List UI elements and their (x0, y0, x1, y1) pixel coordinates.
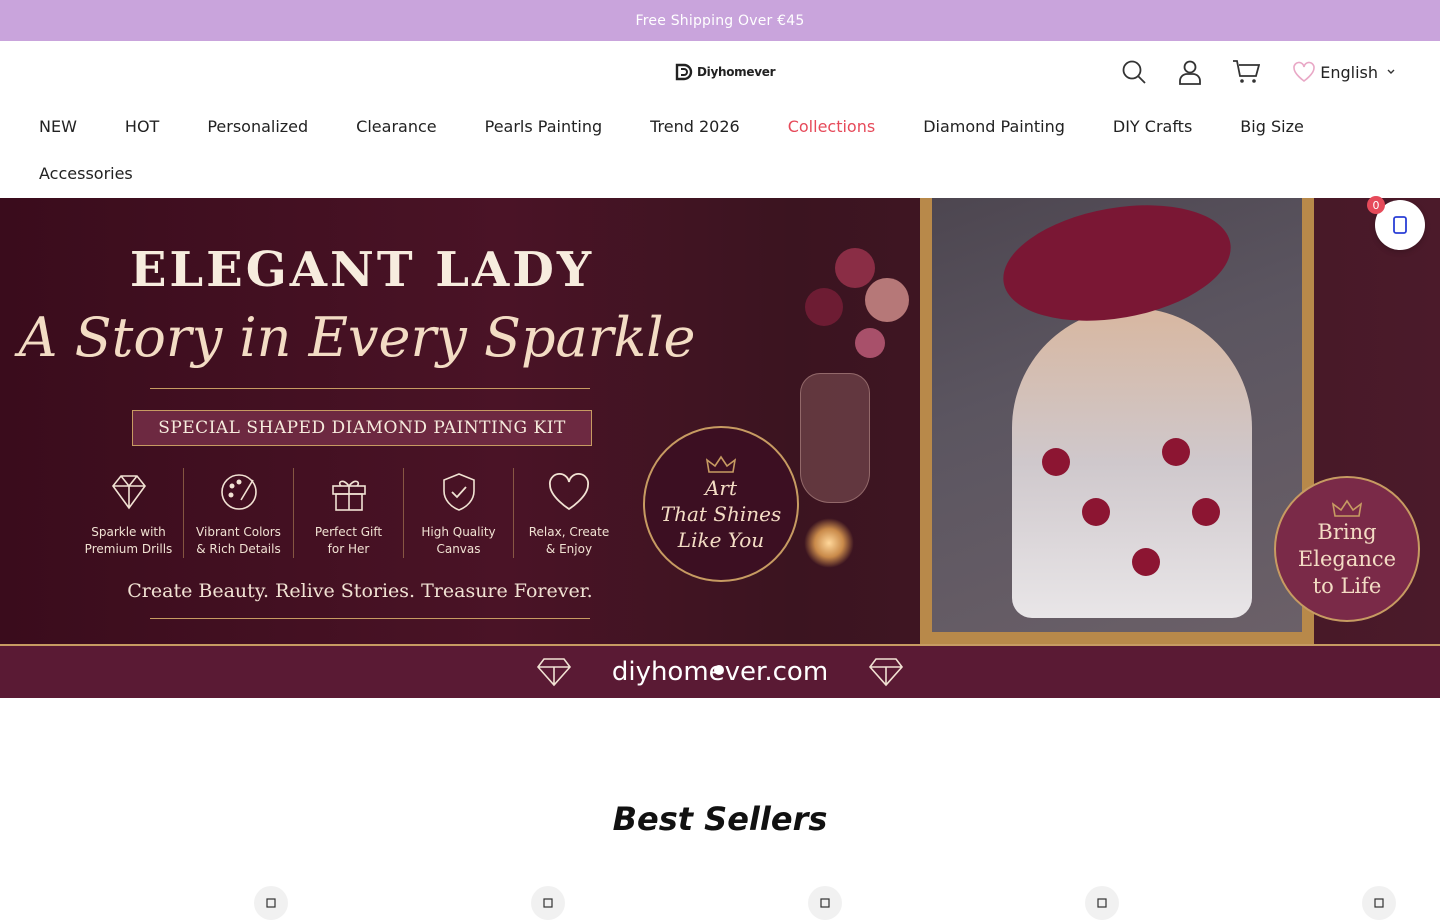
slogan-divider (150, 618, 590, 619)
search-icon (1122, 60, 1146, 84)
crown-icon (706, 455, 736, 473)
feature-line1: High Quality (421, 525, 496, 539)
flower-decoration (1082, 498, 1110, 526)
best-sellers-title: Best Sellers (612, 800, 828, 838)
nav-item-new[interactable]: NEW (39, 103, 77, 150)
nav-item-trend-2026[interactable]: Trend 2026 (650, 103, 740, 150)
feature-item: Perfect Gift for Her (294, 468, 404, 558)
announcement-text: Free Shipping Over €45 (635, 12, 805, 29)
art-badge-line2: That Shines (660, 502, 782, 526)
nav-item-collections[interactable]: Collections (788, 103, 875, 150)
feature-item: Sparkle with Premium Drills (74, 468, 184, 558)
nav-item-hot[interactable]: HOT (125, 103, 159, 150)
diamond-icon (111, 475, 146, 510)
feature-line1: Sparkle with (91, 525, 166, 539)
diamond-icon (536, 658, 571, 687)
language-selector[interactable]: English (1292, 61, 1400, 83)
hero-features: Sparkle with Premium Drills Vibrant Color… (74, 468, 624, 558)
nav-row-2: Accessories (39, 150, 1401, 197)
heart-icon (543, 898, 553, 908)
flower-decoration (1192, 498, 1220, 526)
user-icon (1179, 60, 1202, 85)
gift-icon (331, 480, 366, 511)
heart-icon (1293, 61, 1316, 82)
lady-hat (994, 198, 1240, 338)
feature-line1: Relax, Create (528, 525, 610, 539)
carousel-dot[interactable] (714, 665, 724, 675)
wishlist-button[interactable] (254, 886, 288, 920)
candle-decoration (804, 518, 854, 568)
main-nav: NEW HOT Personalized Clearance Pearls Pa… (0, 103, 1440, 197)
nav-item-clearance[interactable]: Clearance (356, 103, 436, 150)
logo[interactable]: Diyhomever (675, 63, 776, 81)
roses-decoration (795, 238, 915, 368)
feature-line1: Vibrant Colors (196, 525, 281, 539)
site-header: Diyhomever English (0, 41, 1440, 103)
wishlist-button[interactable] (1362, 886, 1396, 920)
wishlist-button[interactable] (531, 886, 565, 920)
elegance-badge-line1: Bring (1317, 519, 1377, 544)
elegance-badge-line2: Elegance (1297, 546, 1397, 571)
feature-line2: & Enjoy (545, 542, 593, 556)
language-label: English (1320, 62, 1378, 82)
feature-line2: for Her (327, 542, 370, 556)
feature-item: High Quality Canvas (404, 468, 514, 558)
announcement-bar: Free Shipping Over €45 (0, 0, 1440, 41)
feature-line2: & Rich Details (196, 542, 281, 556)
painting-frame (920, 198, 1314, 644)
heart-icon (1374, 898, 1384, 908)
nav-row-1: NEW HOT Personalized Clearance Pearls Pa… (39, 103, 1401, 150)
vase-decoration (800, 373, 870, 503)
feature-item: Vibrant Colors & Rich Details (184, 468, 294, 558)
diamond-icon (869, 658, 904, 687)
cart-icon (1233, 60, 1261, 83)
chevron-down-icon (1387, 69, 1395, 74)
nav-item-personalized[interactable]: Personalized (207, 103, 308, 150)
nav-item-big-size[interactable]: Big Size (1240, 103, 1304, 150)
art-badge-line3: Like You (677, 528, 765, 552)
elegance-badge: Bring Elegance to Life (1274, 476, 1420, 622)
search-button[interactable] (1106, 57, 1162, 87)
heart-icon (1097, 898, 1107, 908)
cart-icon (1393, 216, 1407, 234)
elegance-badge-line3: to Life (1312, 573, 1382, 598)
hero-subtitle: A Story in Every Sparkle (18, 306, 696, 369)
art-badge-line1: Art (704, 476, 738, 500)
shield-check-icon (442, 473, 475, 511)
nav-item-pearls-painting[interactable]: Pearls Painting (485, 103, 603, 150)
cart-count-badge: 0 (1367, 196, 1385, 214)
logo-text: Diyhomever (697, 65, 776, 79)
heart-icon (820, 898, 830, 908)
floating-cart-button[interactable]: 0 (1367, 196, 1425, 250)
feature-line1: Perfect Gift (314, 525, 383, 539)
account-button[interactable] (1162, 57, 1218, 87)
logo-icon (675, 63, 693, 81)
heart-icon (266, 898, 276, 908)
feature-line2: Premium Drills (84, 542, 173, 556)
wishlist-button[interactable] (808, 886, 842, 920)
palette-icon (220, 474, 257, 510)
feature-line2: Canvas (436, 542, 481, 556)
hero-title: ELEGANT LADY (129, 242, 595, 298)
nav-item-accessories[interactable]: Accessories (39, 150, 133, 197)
art-badge: Art That Shines Like You (643, 426, 799, 582)
flower-decoration (1042, 448, 1070, 476)
hero-slogan: Create Beauty. Relive Stories. Treasure … (127, 580, 593, 602)
flower-decoration (1132, 548, 1160, 576)
hero-divider (150, 388, 590, 389)
nav-item-diy-crafts[interactable]: DIY Crafts (1113, 103, 1192, 150)
hero-kit-ribbon: SPECIAL SHAPED DIAMOND PAINTING KIT (132, 410, 592, 446)
flower-decoration (1162, 438, 1190, 466)
heart-outline-icon (549, 473, 589, 511)
nav-item-diamond-painting[interactable]: Diamond Painting (923, 103, 1065, 150)
hero-banner[interactable]: ELEGANT LADY A Story in Every Sparkle SP… (0, 198, 1440, 698)
feature-item: Relax, Create & Enjoy (514, 468, 624, 558)
cart-button[interactable] (1218, 57, 1274, 87)
crown-icon (1332, 499, 1362, 517)
wishlist-button[interactable] (1085, 886, 1119, 920)
